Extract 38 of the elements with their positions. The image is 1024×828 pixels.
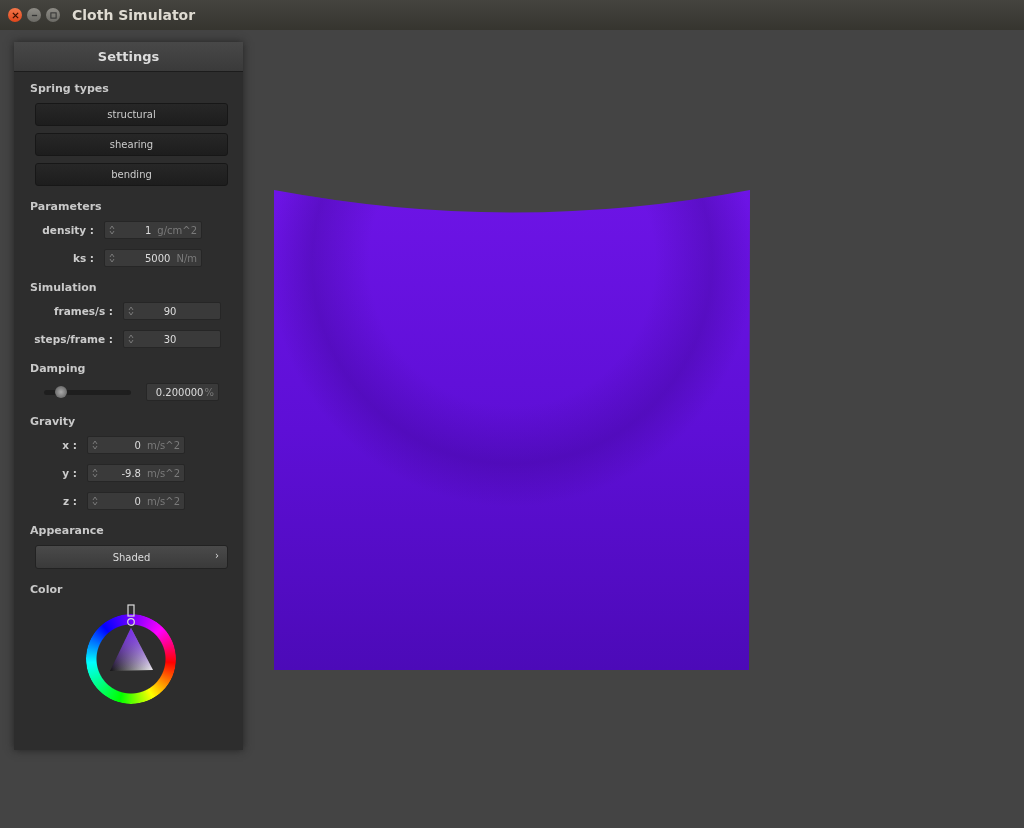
section-title: Color [30,583,64,597]
number-field[interactable]: 5000 N/m [104,249,202,267]
slider-thumb[interactable] [55,385,68,398]
window-title: Cloth Simulator [72,7,196,23]
field-label: x : [61,439,77,451]
spring-type-button[interactable]: structural [35,103,228,126]
spinner-icon[interactable] [109,225,115,235]
appearance-dropdown[interactable]: Shaded › [35,545,228,569]
color-wheel-drawing[interactable] [85,604,177,704]
field-label: density : [41,224,94,236]
number-field[interactable]: 0 m/s^2 [87,436,185,454]
spinner-icon[interactable] [128,334,134,344]
number-field[interactable]: 30 [123,330,221,348]
section-title: Spring types [30,82,110,96]
number-field[interactable]: 90 [123,302,221,320]
section-title: Appearance [30,524,105,538]
section-title: Damping [30,362,87,376]
spinner-icon[interactable] [109,253,115,263]
value-field[interactable]: 0.200000% [146,383,219,401]
field-label: ks : [71,252,94,264]
section-title: Parameters [30,200,103,214]
section-title: Simulation [30,281,98,295]
number-field[interactable]: -9.8 m/s^2 [87,464,185,482]
spinner-icon[interactable] [128,306,134,316]
number-field[interactable]: 0 m/s^2 [87,492,185,510]
field-label: y : [61,467,77,479]
panel-title: Settings [14,42,243,72]
field-label: frames/s : [52,305,113,317]
spring-type-button[interactable]: shearing [35,133,228,156]
spinner-icon[interactable] [92,496,98,506]
number-field[interactable]: 1 g/cm^2 [104,221,202,239]
spinner-icon[interactable] [92,468,98,478]
section-title: Gravity [30,415,77,429]
field-label: z : [62,495,77,507]
slider-track[interactable] [44,389,131,395]
field-label: steps/frame : [33,333,113,345]
spring-type-button[interactable]: bending [35,163,228,186]
spinner-icon[interactable] [92,440,98,450]
